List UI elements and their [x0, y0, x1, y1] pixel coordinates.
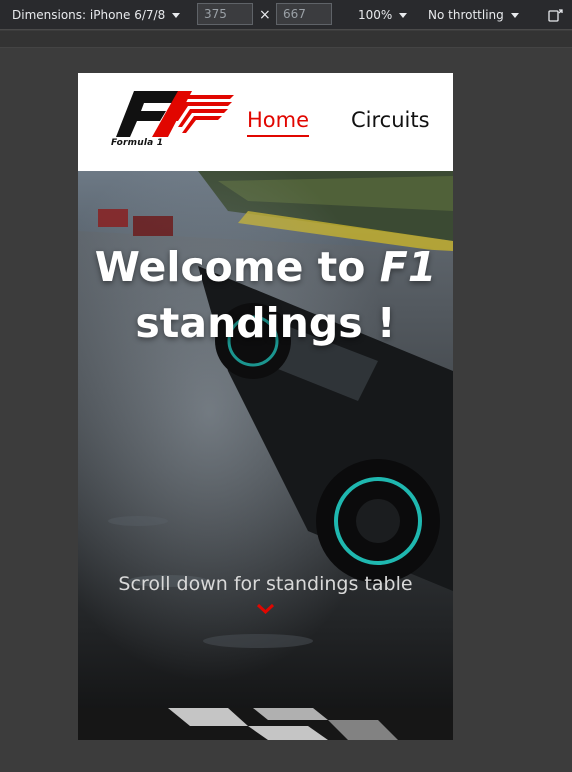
zoom-dropdown[interactable]: 100% [358, 0, 408, 30]
hero-title-suffix: standings ! [135, 299, 396, 347]
scroll-hint-text: Scroll down for standings table [118, 573, 413, 595]
times-separator: × [259, 7, 271, 23]
hero-title-prefix: Welcome to [94, 243, 380, 291]
rotate-device-icon[interactable] [548, 0, 564, 30]
device-viewport: Formula 1 Home Circuits Welcome to F1 st… [78, 73, 453, 740]
width-input[interactable]: 375 [197, 3, 253, 25]
chevron-down-icon[interactable] [256, 603, 275, 615]
dimensions-label: Dimensions: iPhone 6/7/8 [12, 8, 166, 22]
throttling-dropdown[interactable]: No throttling [428, 0, 519, 30]
dimensions-dropdown[interactable]: Dimensions: iPhone 6/7/8 [12, 0, 181, 30]
site-navbar: Formula 1 Home Circuits [78, 73, 453, 171]
nav-link-circuits[interactable]: Circuits [351, 108, 430, 135]
dropdown-caret-icon [399, 12, 408, 18]
hero-title: Welcome to F1 standings ! [78, 239, 453, 351]
devtools-device-toolbar: Dimensions: iPhone 6/7/8 375 × 667 100% … [0, 0, 572, 30]
logo-text: Formula 1 [111, 138, 164, 148]
nav-link-home[interactable]: Home [247, 108, 310, 137]
throttling-label: No throttling [428, 8, 504, 22]
dropdown-caret-icon [510, 12, 519, 18]
checkered-flag-banner [78, 708, 453, 740]
devtools-ruler-strip [0, 31, 572, 48]
dropdown-caret-icon [172, 12, 181, 18]
zoom-label: 100% [358, 8, 393, 22]
hero-title-f1: F1 [379, 243, 437, 291]
hero-section: Welcome to F1 standings ! Scroll down fo… [78, 171, 453, 708]
height-input[interactable]: 667 [276, 3, 332, 25]
f1-logo[interactable]: Formula 1 [108, 87, 238, 157]
